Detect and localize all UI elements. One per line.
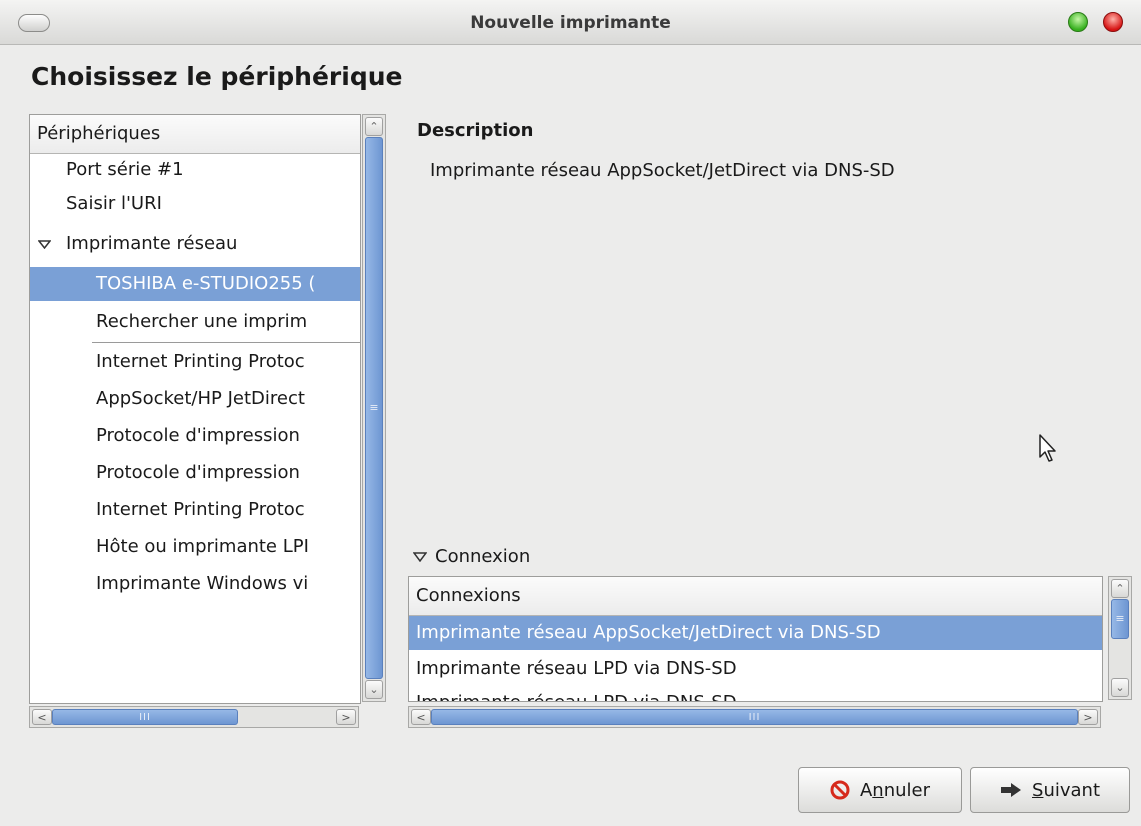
scroll-right-icon[interactable]: > (336, 709, 356, 725)
tree-item-toshiba[interactable]: TOSHIBA e-STUDIO255 ( (30, 267, 360, 301)
grip-icon: ≡ (1115, 612, 1125, 625)
tree-item-ipp-2[interactable]: Internet Printing Protoc (30, 493, 360, 527)
mouse-pointer-icon (1039, 434, 1056, 462)
hscroll-thumb[interactable]: III (431, 709, 1078, 725)
title-bar: Nouvelle imprimante (0, 0, 1141, 45)
tree-item-lpd-host[interactable]: Hôte ou imprimante LPI (30, 530, 360, 564)
window-title: Nouvelle imprimante (470, 13, 671, 33)
tree-item-label: Imprimante réseau (66, 233, 238, 254)
tree-item-network-printer[interactable]: Imprimante réseau (30, 227, 360, 261)
close-icon[interactable] (1103, 12, 1123, 32)
connection-hscrollbar[interactable]: < III > (408, 706, 1101, 728)
tree-item-label: Protocole d'impression (96, 462, 300, 483)
tree-item-protocol-2[interactable]: Protocole d'impression (30, 456, 360, 490)
scroll-up-icon[interactable]: ⌃ (1111, 579, 1129, 598)
vscroll-thumb[interactable]: ≡ (365, 137, 383, 679)
cancel-button[interactable]: Annuler (798, 767, 962, 813)
scroll-down-icon[interactable]: ⌄ (1111, 678, 1129, 697)
maximize-icon[interactable] (1068, 12, 1088, 32)
tree-item-label: AppSocket/HP JetDirect (96, 388, 305, 409)
connection-item[interactable]: Imprimante réseau LPD via DNS-SD (409, 686, 1102, 701)
connection-list[interactable]: Connexions Imprimante réseau AppSocket/J… (408, 576, 1103, 702)
description-label: Description (417, 120, 534, 141)
hscroll-thumb[interactable]: III (52, 709, 238, 725)
next-button[interactable]: Suivant (970, 767, 1130, 813)
tree-item-appsocket[interactable]: AppSocket/HP JetDirect (30, 382, 360, 416)
scroll-up-icon[interactable]: ⌃ (365, 117, 383, 136)
expander-open-icon[interactable] (38, 240, 51, 249)
tree-item-protocol-1[interactable]: Protocole d'impression (30, 419, 360, 453)
scroll-right-icon[interactable]: > (1078, 709, 1098, 725)
connection-expander[interactable]: Connexion (412, 546, 531, 567)
next-button-label: Suivant (1032, 779, 1100, 801)
cancel-icon (830, 780, 850, 800)
tree-item-label: Rechercher une imprim (96, 311, 308, 332)
scroll-left-icon[interactable]: < (411, 709, 431, 725)
cancel-button-label: Annuler (859, 779, 931, 801)
tree-item-label: Internet Printing Protoc (96, 351, 305, 372)
expander-open-icon (412, 552, 428, 563)
tree-item-search-printer[interactable]: Rechercher une imprim (30, 305, 360, 339)
tree-item-serial-port[interactable]: Port série #1 (30, 153, 360, 187)
connection-column-header[interactable]: Connexions (409, 577, 1102, 616)
page-title: Choisissez le périphérique (31, 62, 403, 91)
connection-item[interactable]: Imprimante réseau AppSocket/JetDirect vi… (409, 616, 1102, 650)
scroll-down-icon[interactable]: ⌄ (365, 680, 383, 699)
vscroll-thumb[interactable]: ≡ (1111, 599, 1129, 639)
grip-icon: III (748, 712, 761, 723)
tree-separator (92, 342, 360, 343)
scroll-left-icon[interactable]: < (32, 709, 52, 725)
forward-arrow-icon (1001, 783, 1021, 797)
tree-item-enter-uri[interactable]: Saisir l'URI (30, 187, 360, 221)
tree-item-label: Hôte ou imprimante LPI (96, 536, 309, 557)
grip-icon: ≡ (369, 401, 379, 414)
device-tree[interactable]: Périphériques Port série #1 Saisir l'URI… (29, 114, 361, 704)
device-tree-vscrollbar[interactable]: ⌃ ≡ ⌄ (362, 114, 386, 702)
connection-vscrollbar[interactable]: ⌃ ≡ ⌄ (1108, 576, 1132, 700)
device-column-header[interactable]: Périphériques (30, 115, 360, 154)
tree-item-ipp[interactable]: Internet Printing Protoc (30, 345, 360, 379)
tree-item-label: TOSHIBA e-STUDIO255 ( (96, 273, 316, 294)
tree-item-label: Saisir l'URI (66, 193, 162, 214)
connection-item[interactable]: Imprimante réseau LPD via DNS-SD (409, 652, 1102, 686)
tree-item-windows-printer[interactable]: Imprimante Windows vi (30, 567, 360, 601)
tree-item-label: Imprimante Windows vi (96, 573, 309, 594)
tree-item-label: Protocole d'impression (96, 425, 300, 446)
device-tree-hscrollbar[interactable]: < III > (29, 706, 359, 728)
grip-icon: III (139, 712, 151, 723)
connection-expander-label: Connexion (435, 546, 531, 567)
tree-item-label: Internet Printing Protoc (96, 499, 305, 520)
tree-item-label: Port série #1 (66, 159, 184, 180)
description-text: Imprimante réseau AppSocket/JetDirect vi… (430, 160, 895, 181)
